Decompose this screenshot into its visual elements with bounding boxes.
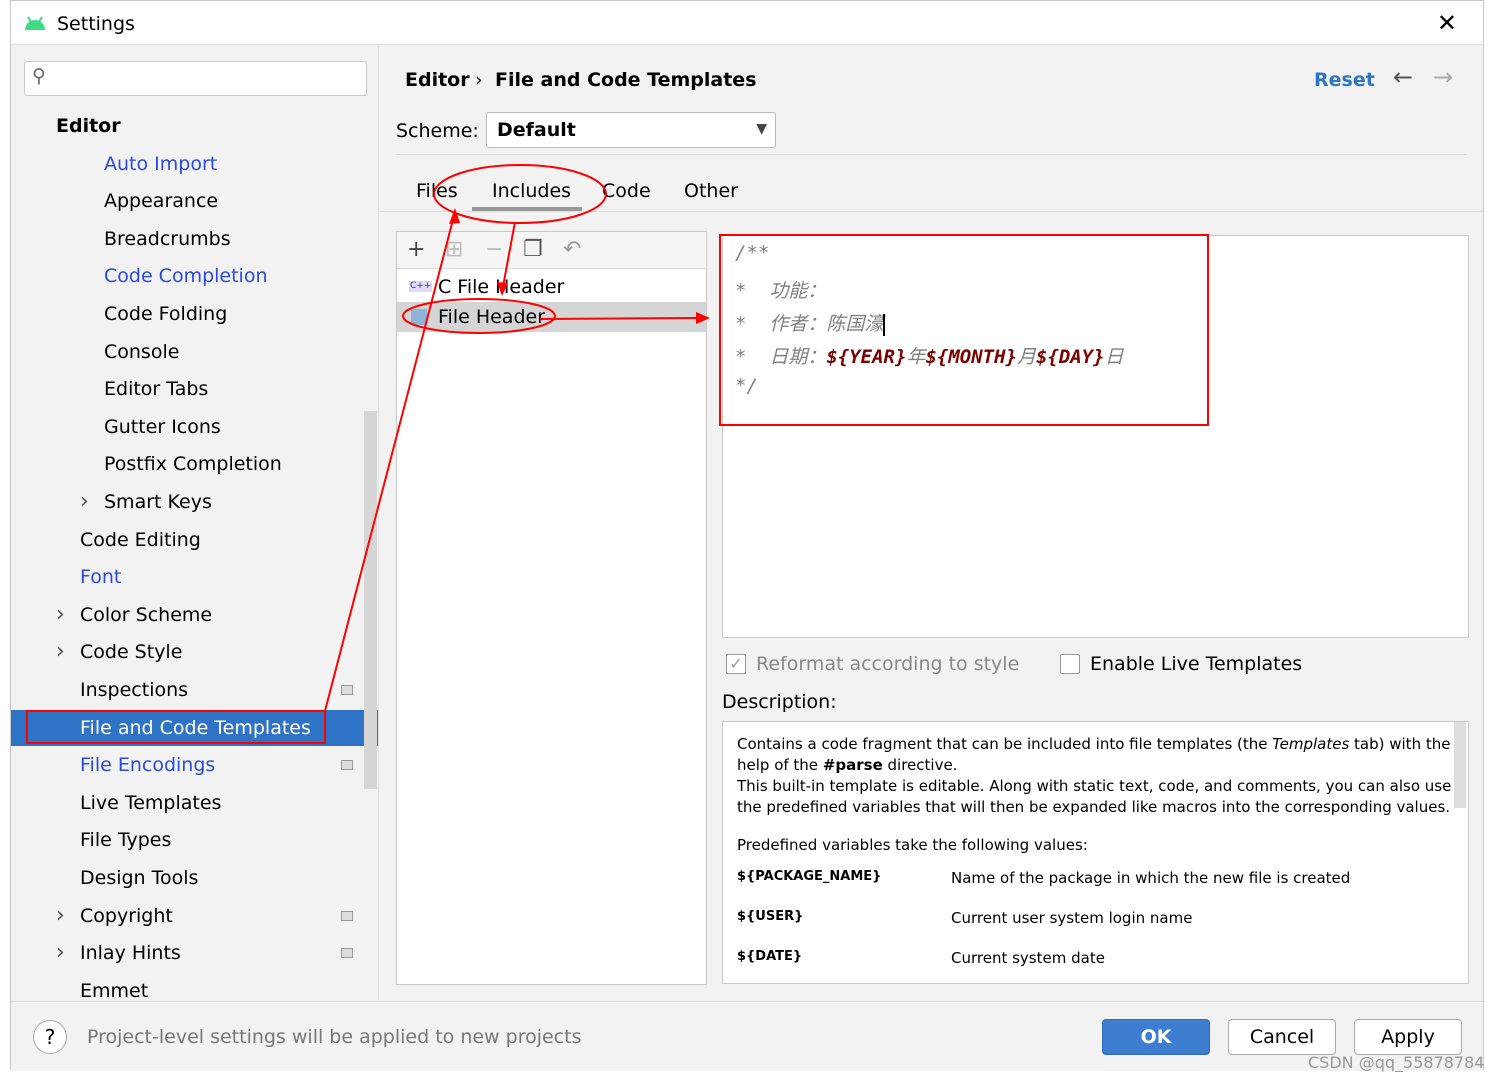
checkbox-checked-icon: ✓ bbox=[726, 654, 746, 674]
sidebar-item-label: Code Completion bbox=[104, 265, 268, 288]
description-label: Description: bbox=[722, 691, 837, 713]
sidebar-item-label: Code Folding bbox=[104, 303, 228, 325]
live-templates-checkbox[interactable]: Enable Live Templates bbox=[1060, 653, 1302, 675]
ok-button[interactable]: OK bbox=[1102, 1019, 1210, 1055]
tab-includes[interactable]: Includes bbox=[492, 180, 571, 202]
project-scope-icon bbox=[341, 948, 353, 959]
sidebar-item-label: Console bbox=[104, 340, 180, 363]
project-scope-icon bbox=[341, 760, 353, 771]
sidebar-item-label: Design Tools bbox=[80, 867, 199, 889]
undo-icon[interactable]: ↶ bbox=[563, 237, 581, 262]
scheme-value: Default bbox=[497, 119, 576, 141]
sidebar-item-label: Live Templates bbox=[80, 791, 222, 814]
text-cursor bbox=[883, 313, 886, 336]
template-list: + ⊞ − ❐ ↶ C++ C File Header File Header bbox=[396, 231, 707, 985]
scheme-label: Scheme: bbox=[396, 120, 479, 142]
sidebar-item-label: Gutter Icons bbox=[104, 415, 221, 438]
sidebar-item-label: Code Editing bbox=[80, 528, 201, 551]
chevron-down-icon: ▼ bbox=[756, 121, 767, 137]
sidebar-item-label: Editor bbox=[56, 115, 121, 137]
sidebar-item-label: File Types bbox=[80, 829, 172, 852]
title-bar: Settings ✕ bbox=[11, 1, 1483, 45]
watermark: CSDN @qq_55878784 bbox=[1308, 1053, 1485, 1072]
sidebar-item-label: Code Style bbox=[80, 641, 183, 664]
copy-icon[interactable]: ❐ bbox=[523, 237, 543, 262]
sidebar-scrollbar[interactable] bbox=[364, 411, 377, 789]
help-icon[interactable]: ? bbox=[33, 1020, 67, 1054]
tab-other[interactable]: Other bbox=[684, 180, 738, 202]
cancel-button[interactable]: Cancel bbox=[1228, 1019, 1336, 1055]
tab-files[interactable]: Files bbox=[416, 180, 458, 202]
project-scope-icon bbox=[341, 685, 353, 695]
list-item[interactable]: C++ C File Header bbox=[397, 272, 706, 302]
sidebar-item-label: Postfix Completion bbox=[104, 453, 282, 476]
apply-button[interactable]: Apply bbox=[1354, 1019, 1462, 1055]
settings-dialog: Settings ✕ ⚲ Editor Auto Import Appearance… bbox=[10, 0, 1484, 1071]
tab-code[interactable]: Code bbox=[602, 180, 651, 202]
search-icon: ⚲ bbox=[32, 65, 46, 87]
sidebar-item-label: Smart Keys bbox=[104, 491, 212, 513]
sidebar-item-label: Color Scheme bbox=[80, 603, 213, 626]
dialog-footer: ? Project-level settings will be applied… bbox=[11, 1001, 1483, 1071]
remove-icon[interactable]: − bbox=[485, 237, 503, 262]
breadcrumb-separator: › bbox=[475, 69, 483, 91]
sidebar-item-label: Font bbox=[80, 566, 122, 589]
sidebar-item-label: Inspections bbox=[80, 679, 189, 701]
footer-hint: Project-level settings will be applied t… bbox=[87, 1026, 582, 1048]
page-title: File and Code Templates bbox=[495, 69, 757, 91]
checkbox-icon bbox=[1060, 654, 1080, 674]
sidebar-item-label: Inlay Hints bbox=[80, 942, 181, 965]
reformat-checkbox[interactable]: ✓ Reformat according to style bbox=[726, 653, 1019, 675]
sidebar-item-label: File and Code Templates bbox=[80, 716, 311, 739]
project-scope-icon bbox=[341, 910, 353, 921]
sidebar-item-label: Emmet bbox=[80, 979, 149, 1000]
add-icon[interactable]: + bbox=[407, 237, 425, 262]
variable-row: ${PACKAGE_NAME} Name of the package in wh… bbox=[737, 869, 1351, 887]
variable-row: ${USER} Current user system login name bbox=[737, 909, 1193, 927]
sidebar-item-label: Editor Tabs bbox=[104, 378, 209, 401]
list-item-selected[interactable]: File Header bbox=[397, 302, 706, 332]
sidebar-item-label: Breadcrumbs bbox=[104, 227, 231, 250]
list-toolbar: + ⊞ − ❐ ↶ bbox=[397, 232, 706, 269]
sidebar-item[interactable]: File and Code Templates bbox=[11, 709, 378, 746]
sidebar-item-label: Copyright bbox=[80, 904, 173, 927]
file-icon bbox=[411, 309, 427, 325]
back-arrow-icon[interactable]: ← bbox=[1393, 63, 1413, 91]
description-panel: Contains a code fragment that can be inc… bbox=[722, 721, 1469, 984]
search-input[interactable]: ⚲ bbox=[24, 61, 367, 96]
cpp-file-icon: C++ bbox=[409, 281, 433, 292]
sidebar-item-label: File Encodings bbox=[80, 754, 216, 777]
window-title: Settings bbox=[57, 13, 135, 35]
breadcrumb-editor[interactable]: Editor bbox=[405, 69, 470, 91]
chevron-right-icon[interactable]: › bbox=[56, 898, 65, 934]
reset-button[interactable]: Reset bbox=[1314, 69, 1375, 91]
forward-arrow-icon[interactable]: → bbox=[1433, 63, 1453, 91]
sidebar-item-label: Appearance bbox=[104, 190, 219, 213]
add-child-icon[interactable]: ⊞ bbox=[445, 237, 463, 262]
sidebar-item-label: Auto Import bbox=[104, 152, 218, 175]
settings-sidebar: ⚲ Editor Auto Import Appearance Breadcrumbs… bbox=[11, 45, 379, 1000]
variable-row: ${DATE} Current system date bbox=[737, 949, 1105, 967]
description-scrollbar[interactable] bbox=[1454, 722, 1466, 808]
close-icon[interactable]: ✕ bbox=[1437, 9, 1457, 37]
template-editor[interactable]: /** * 功能： * 作者：陈国濠 * 日期：${YEAR}年${MONTH}… bbox=[722, 235, 1469, 638]
chevron-right-icon[interactable]: › bbox=[56, 935, 65, 971]
main-panel: Editor › File and Code Templates Reset ←… bbox=[380, 45, 1483, 1000]
chevron-right-icon[interactable]: › bbox=[80, 484, 89, 520]
android-icon bbox=[25, 16, 45, 30]
chevron-right-icon[interactable]: › bbox=[56, 634, 65, 670]
chevron-right-icon[interactable]: › bbox=[56, 597, 65, 633]
scheme-dropdown[interactable]: Default ▼ bbox=[486, 112, 776, 148]
